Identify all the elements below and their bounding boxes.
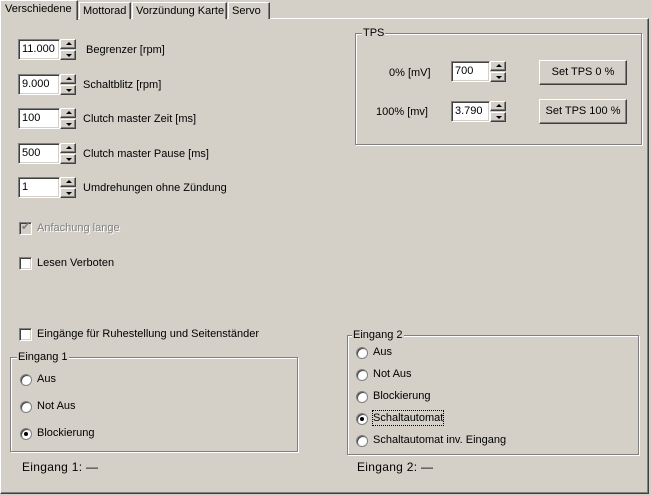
- eingang2-aus-radio[interactable]: [356, 347, 368, 359]
- eingang2-notaus-radio[interactable]: [356, 369, 368, 381]
- umdrehungen-label: Umdrehungen ohne Zündung: [83, 182, 227, 194]
- eingaenge-checkbox[interactable]: [19, 328, 32, 341]
- tps-100-label: 100% [mv]: [376, 106, 428, 118]
- set-tps-0-button[interactable]: Set TPS 0 %: [539, 60, 627, 85]
- begrenzer-label: Begrenzer [rpm]: [86, 44, 165, 56]
- eingang-2-title: Eingang 2: [352, 328, 404, 342]
- down-arrow-icon[interactable]: [490, 112, 506, 122]
- tab-vorzuendung-karte[interactable]: Vorzündung Karte: [132, 2, 227, 19]
- schaltblitz-stepper[interactable]: [60, 74, 76, 95]
- lesen-verboten-label: Lesen Verboten: [37, 257, 115, 269]
- up-arrow-icon[interactable]: [60, 177, 76, 187]
- begrenzer-input[interactable]: 11.000: [18, 39, 60, 60]
- tps-0-input[interactable]: 700: [451, 61, 490, 82]
- eingang2-schaltautomat-inv-radio[interactable]: [356, 435, 368, 447]
- clutch-pause-label: Clutch master Pause [ms]: [83, 148, 209, 160]
- clutch-pause-input[interactable]: 500: [18, 143, 60, 164]
- up-arrow-icon[interactable]: [60, 143, 76, 153]
- eingang1-notaus-radio[interactable]: [20, 401, 32, 413]
- anfachung-label: Anfachung lange: [37, 222, 120, 234]
- tps-group-title: TPS: [362, 26, 386, 40]
- lesen-verboten-checkbox[interactable]: [19, 257, 32, 270]
- clutch-zeit-stepper[interactable]: [60, 108, 76, 129]
- tps-100-input[interactable]: 3.790: [451, 101, 490, 122]
- eingang2-blockierung-radio[interactable]: [356, 391, 368, 403]
- eingang-1-title: Eingang 1: [17, 350, 69, 364]
- tps-group: TPS: [355, 26, 642, 145]
- eingang2-schaltautomat-label: Schaltautomat: [371, 410, 445, 426]
- tab-label: Vorzündung Karte: [136, 5, 225, 17]
- tps-100-stepper[interactable]: [490, 101, 506, 122]
- eingang1-blockierung-radio[interactable]: [20, 428, 32, 440]
- eingang2-schaltautomat-inv-label: Schaltautomat inv. Eingang: [373, 434, 507, 446]
- tps-0-stepper[interactable]: [490, 61, 506, 82]
- tab-label: Servo: [232, 5, 261, 17]
- up-arrow-icon[interactable]: [60, 74, 76, 84]
- clutch-zeit-input[interactable]: 100: [18, 108, 60, 129]
- eingang-1-status: Eingang 1: —: [22, 460, 99, 474]
- eingang1-blockierung-label: Blockierung: [37, 427, 95, 439]
- tab-verschiedene[interactable]: Verschiedene: [0, 0, 78, 20]
- eingang1-aus-radio[interactable]: [20, 374, 32, 386]
- up-arrow-icon[interactable]: [490, 61, 506, 71]
- tab-mottorad[interactable]: Mottorad: [79, 2, 131, 19]
- eingaenge-label: Eingänge für Ruhestellung und Seitenstän…: [37, 328, 259, 340]
- schaltblitz-label: Schaltblitz [rpm]: [83, 79, 162, 91]
- anfachung-checkbox: ✔: [19, 221, 32, 235]
- clutch-pause-stepper[interactable]: [60, 143, 76, 164]
- schaltblitz-input[interactable]: 9.000: [18, 74, 60, 95]
- down-arrow-icon[interactable]: [490, 72, 506, 82]
- begrenzer-stepper[interactable]: [60, 39, 76, 60]
- eingang2-blockierung-label: Blockierung: [373, 390, 431, 402]
- eingang1-notaus-label: Not Aus: [37, 400, 76, 412]
- checkmark-icon: ✔: [21, 221, 31, 233]
- down-arrow-icon[interactable]: [60, 85, 76, 95]
- umdrehungen-input[interactable]: 1: [18, 177, 60, 198]
- set-tps-100-button[interactable]: Set TPS 100 %: [539, 99, 627, 124]
- eingang2-notaus-label: Not Aus: [373, 368, 412, 380]
- down-arrow-icon[interactable]: [60, 50, 76, 60]
- up-arrow-icon[interactable]: [490, 101, 506, 111]
- down-arrow-icon[interactable]: [60, 154, 76, 164]
- down-arrow-icon[interactable]: [60, 188, 76, 198]
- umdrehungen-stepper[interactable]: [60, 177, 76, 198]
- up-arrow-icon[interactable]: [60, 108, 76, 118]
- eingang1-aus-label: Aus: [37, 373, 56, 385]
- tab-label: Mottorad: [83, 5, 127, 17]
- tab-servo[interactable]: Servo: [228, 2, 270, 19]
- eingang-2-status: Eingang 2: —: [357, 460, 434, 474]
- clutch-zeit-label: Clutch master Zeit [ms]: [83, 113, 197, 125]
- eingang2-schaltautomat-radio[interactable]: [356, 413, 368, 425]
- up-arrow-icon[interactable]: [60, 39, 76, 49]
- tps-0-label: 0% [mV]: [389, 67, 431, 79]
- down-arrow-icon[interactable]: [60, 119, 76, 129]
- eingang2-aus-label: Aus: [373, 346, 392, 358]
- tab-label: Verschiedene: [5, 3, 72, 15]
